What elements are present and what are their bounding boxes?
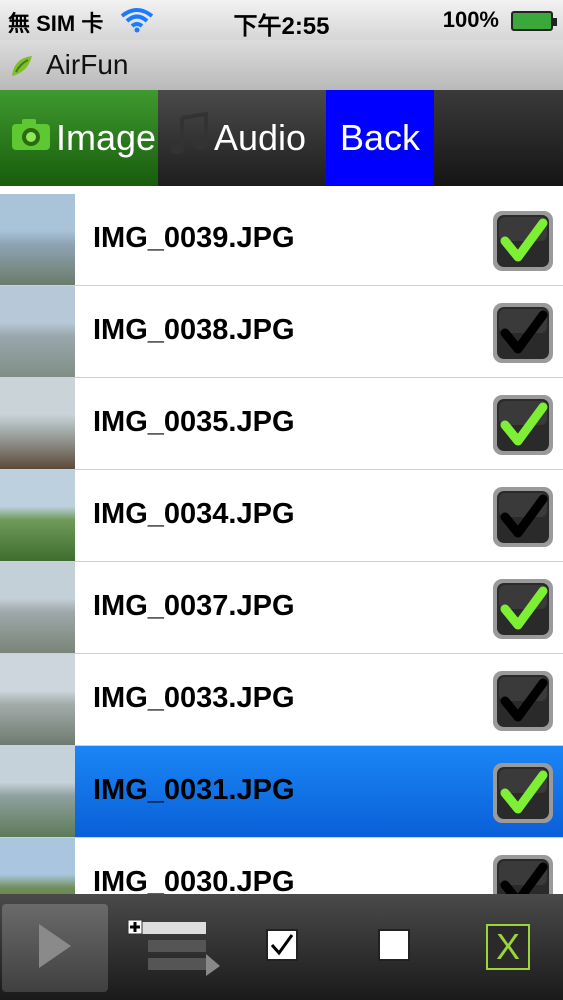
thumbnail-image <box>0 286 75 377</box>
file-name: IMG_0034.JPG <box>93 498 295 530</box>
file-name: IMG_0038.JPG <box>93 314 295 346</box>
file-name: IMG_0030.JPG <box>93 866 295 894</box>
thumbnail-image <box>0 194 75 285</box>
app-title-bar: AirFun <box>0 40 563 91</box>
tab-audio[interactable]: Audio <box>158 90 326 186</box>
file-name: IMG_0035.JPG <box>93 406 295 438</box>
close-label: X <box>495 926 520 967</box>
list-item[interactable]: IMG_0038.JPG <box>0 286 563 378</box>
status-bar: 無 SIM 卡 下午2:55 100% <box>0 0 563 40</box>
list-item[interactable]: IMG_0037.JPG <box>0 562 563 654</box>
file-list[interactable]: IMG_0039.JPG IMG_0038.JPG IMG_0035.JPG IMG_… <box>0 186 563 894</box>
tab-bar-filler <box>434 90 563 186</box>
checkbox-unchecked[interactable] <box>491 485 555 549</box>
deselect-all-icon <box>377 928 411 967</box>
file-name: IMG_0031.JPG <box>93 774 295 806</box>
thumbnail-image <box>0 378 75 469</box>
checkbox-unchecked[interactable] <box>491 669 555 733</box>
thumbnail-image <box>0 562 75 653</box>
tab-bar: Image Audio Back <box>0 90 563 186</box>
checkbox-checked[interactable] <box>491 393 555 457</box>
thumbnail-image <box>0 838 75 894</box>
tab-image[interactable]: Image <box>0 90 158 186</box>
list-item[interactable]: IMG_0031.JPG <box>0 746 563 838</box>
close-icon: X <box>486 924 530 970</box>
tab-image-label: Image <box>56 117 157 158</box>
thumbnail-image <box>0 654 75 745</box>
thumbnail-image <box>0 746 75 837</box>
select-all-button[interactable] <box>254 894 310 1000</box>
checkbox-unchecked[interactable] <box>491 301 555 365</box>
play-icon <box>35 922 75 975</box>
back-button-label: Back <box>339 117 421 158</box>
file-name: IMG_0033.JPG <box>93 682 295 714</box>
app-logo-icon <box>8 52 36 85</box>
app-title: AirFun <box>46 49 129 80</box>
file-name: IMG_0037.JPG <box>93 590 295 622</box>
file-name: IMG_0039.JPG <box>93 222 295 254</box>
tab-audio-label: Audio <box>214 117 307 158</box>
close-button[interactable]: X <box>480 894 536 1000</box>
checkbox-checked[interactable] <box>491 209 555 273</box>
battery-icon <box>511 11 557 31</box>
list-item[interactable]: IMG_0030.JPG <box>0 838 563 894</box>
checkbox-checked[interactable] <box>491 761 555 825</box>
battery-percent: 100% <box>442 7 499 32</box>
add-to-playlist-button[interactable] <box>124 894 224 1000</box>
deselect-all-button[interactable] <box>366 894 422 1000</box>
checkbox-checked[interactable] <box>491 577 555 641</box>
list-item[interactable]: IMG_0035.JPG <box>0 378 563 470</box>
list-item[interactable]: IMG_0034.JPG <box>0 470 563 562</box>
playlist-add-icon <box>126 910 222 985</box>
select-all-icon <box>265 928 299 967</box>
camera-icon <box>10 116 52 161</box>
list-item[interactable]: IMG_0039.JPG <box>0 194 563 286</box>
music-note-icon <box>168 111 210 165</box>
bottom-toolbar: X <box>0 894 563 1000</box>
checkbox-unchecked[interactable] <box>491 853 555 894</box>
play-button[interactable] <box>2 904 108 992</box>
back-button[interactable]: Back <box>326 90 434 186</box>
list-item[interactable]: IMG_0033.JPG <box>0 654 563 746</box>
thumbnail-image <box>0 470 75 561</box>
